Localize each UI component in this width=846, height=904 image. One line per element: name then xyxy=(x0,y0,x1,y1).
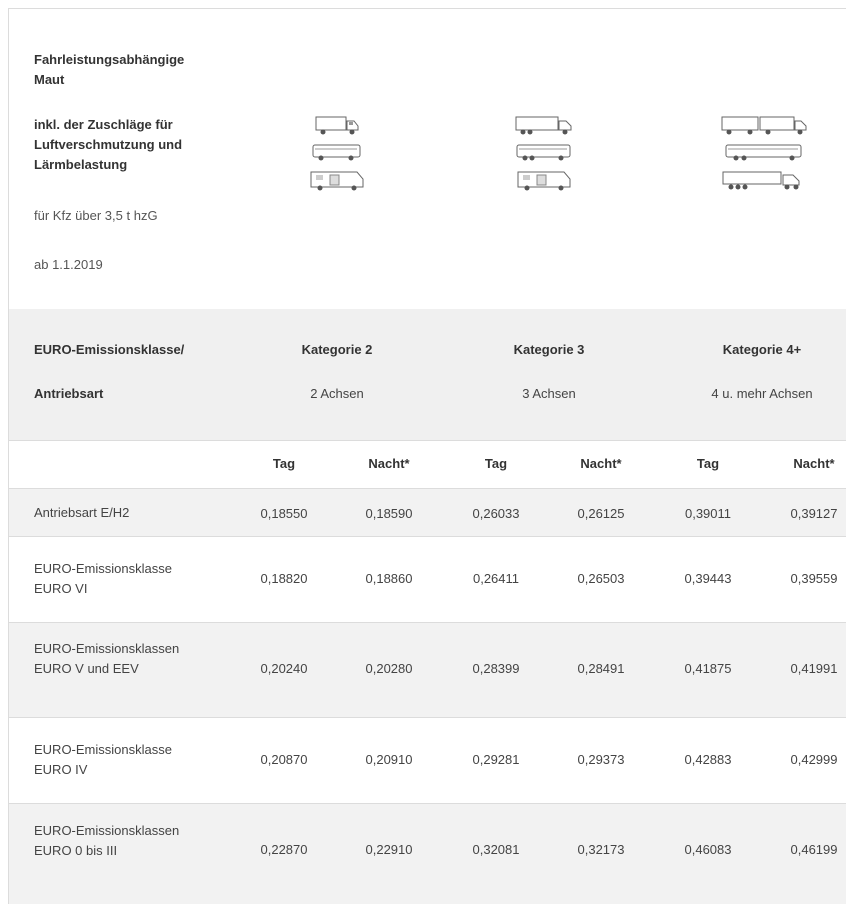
table-cell: 0,29281 xyxy=(472,752,520,767)
table-cell: 0,32081 xyxy=(472,842,520,857)
row-label: Antriebsart E/H2 xyxy=(34,505,130,520)
table-cell: 0,20280 xyxy=(365,661,413,676)
camper-icon xyxy=(517,171,571,191)
table-cell: 0,26411 xyxy=(472,571,520,586)
table-cell: 0,20240 xyxy=(260,661,308,676)
table-cell: 0,22870 xyxy=(260,842,308,857)
table-row: EURO-Emissionsklasse EURO IV 0,20870 0,2… xyxy=(9,718,846,804)
table-row: Antriebsart E/H2 0,18550 0,18590 0,26033… xyxy=(9,489,846,537)
valid-from-date: ab 1.1.2019 xyxy=(34,257,103,272)
weight-scope: für Kfz über 3,5 t hzG xyxy=(34,208,158,223)
row-label: EURO-Emissionsklasse EURO IV xyxy=(34,742,172,777)
category-3-icons xyxy=(514,114,574,197)
col-header: Nacht* xyxy=(580,456,622,471)
category-4-icons xyxy=(719,114,809,197)
table-cell: 0,41991 xyxy=(790,661,838,676)
category-2-icons xyxy=(307,114,367,197)
table-cell: 0,28399 xyxy=(472,661,520,676)
category-3-axles: 3 Achsen xyxy=(522,386,576,401)
emission-class-label: EURO-Emissionsklasse/ xyxy=(34,342,185,357)
col-header: Tag xyxy=(696,456,720,471)
row-label: EURO-Emissionsklasse EURO VI xyxy=(34,561,172,596)
table-cell: 0,32173 xyxy=(577,842,625,857)
table-cell: 0,18550 xyxy=(260,506,308,521)
col-header: Tag xyxy=(484,456,508,471)
category-2-axles: 2 Achsen xyxy=(310,386,364,401)
table-row: EURO-Emissionsklassen EURO 0 bis III 0,2… xyxy=(9,804,846,904)
bus-icon xyxy=(725,144,802,161)
table-cell: 0,18590 xyxy=(365,506,413,521)
category-4-axles: 4 u. mehr Achsen xyxy=(711,386,813,401)
table-cell: 0,20910 xyxy=(365,752,413,767)
table-header-row: Tag Nacht* Tag Nacht* Tag Nacht* xyxy=(9,440,846,489)
category-3-name: Kategorie 3 xyxy=(513,342,585,357)
table-cell: 0,22910 xyxy=(365,842,413,857)
drive-type-label: Antriebsart xyxy=(34,386,104,401)
col-header: Tag xyxy=(272,456,296,471)
table-header: Fahrleistungsabhängige Maut inkl. der Zu… xyxy=(9,9,846,310)
table-cell: 0,26033 xyxy=(472,506,520,521)
table-cell: 0,46083 xyxy=(684,842,732,857)
table-cell: 0,46199 xyxy=(790,842,838,857)
table-cell: 0,29373 xyxy=(577,752,625,767)
table-cell: 0,28491 xyxy=(577,661,625,676)
truck-icon xyxy=(515,116,572,135)
category-4-name: Kategorie 4+ xyxy=(722,342,802,357)
table-cell: 0,39443 xyxy=(684,571,732,586)
table-subtitle: inkl. der Zuschläge für Luftverschmutzun… xyxy=(34,117,183,172)
trailer-truck-icon xyxy=(722,171,800,190)
table-cell: 0,42999 xyxy=(790,752,838,767)
row-label: EURO-Emissionsklassen EURO V und EEV xyxy=(34,641,180,676)
row-label: EURO-Emissionsklassen EURO 0 bis III xyxy=(34,823,180,858)
col-header: Nacht* xyxy=(793,456,835,471)
category-2-name: Kategorie 2 xyxy=(301,342,373,357)
category-header: EURO-Emissionsklasse/ Antriebsart Katego… xyxy=(9,309,846,441)
bus-icon xyxy=(516,144,571,161)
truck-icon xyxy=(721,116,807,135)
table-cell: 0,18860 xyxy=(365,571,413,586)
table-cell: 0,18820 xyxy=(260,571,308,586)
table-cell: 0,26503 xyxy=(577,571,625,586)
toll-table: Fahrleistungsabhängige Maut inkl. der Zu… xyxy=(8,8,846,904)
table-cell: 0,20870 xyxy=(260,752,308,767)
table-title: Fahrleistungsabhängige Maut xyxy=(34,52,185,87)
col-header: Nacht* xyxy=(368,456,410,471)
bus-icon xyxy=(312,144,361,161)
table-cell: 0,39127 xyxy=(790,506,838,521)
camper-icon xyxy=(310,171,364,191)
table-cell: 0,42883 xyxy=(684,752,732,767)
table-cell: 0,39011 xyxy=(684,506,732,521)
table-row: EURO-Emissionsklassen EURO V und EEV 0,2… xyxy=(9,623,846,718)
table-cell: 0,26125 xyxy=(577,506,625,521)
table-cell: 0,39559 xyxy=(790,571,838,586)
table-row: EURO-Emissionsklasse EURO VI 0,18820 0,1… xyxy=(9,537,846,623)
table-cell: 0,41875 xyxy=(684,661,732,676)
truck-icon xyxy=(315,116,359,135)
